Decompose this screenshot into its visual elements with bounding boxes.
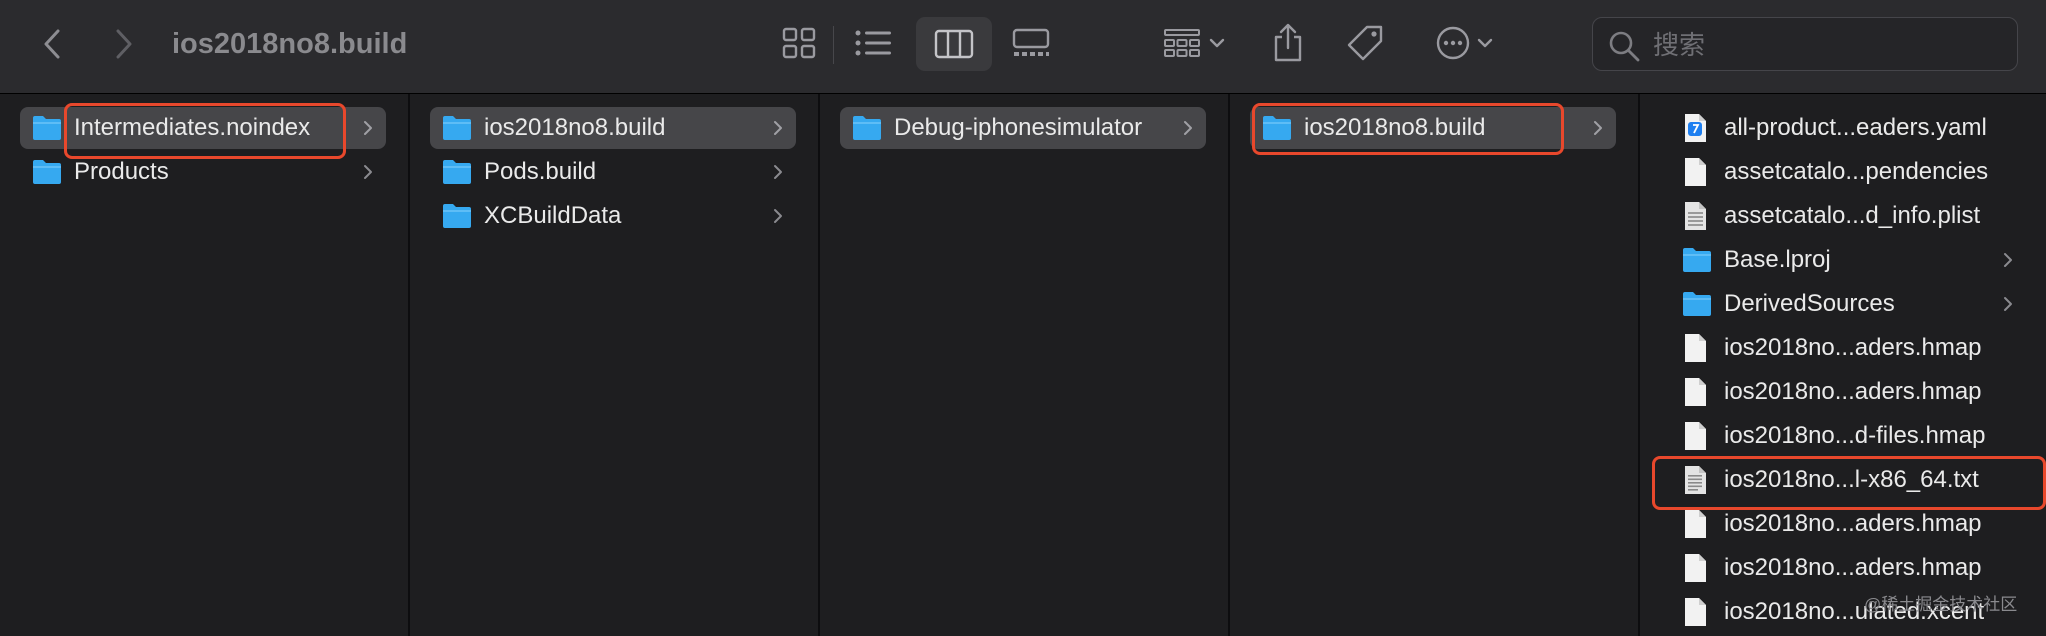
list-item[interactable]: ios2018no...aders.hmap (1670, 547, 2026, 589)
document-icon (1685, 422, 1706, 450)
columns-icon (934, 29, 974, 59)
yaml-file-icon (1685, 114, 1706, 142)
grid-icon (782, 27, 816, 59)
list-item[interactable]: ios2018no8.build (430, 107, 796, 149)
item-label: ios2018no...d-files.hmap (1724, 422, 1986, 449)
chevron-right-icon (774, 165, 782, 179)
item-label: ios2018no...l-x86_64.txt (1724, 466, 1979, 493)
folder-icon (443, 116, 471, 140)
item-label: ios2018no8.build (484, 114, 666, 141)
back-button[interactable] (32, 22, 72, 66)
window-title: ios2018no8.build (172, 28, 408, 60)
list-item[interactable]: ios2018no...aders.hmap (1670, 327, 2026, 369)
search-input[interactable] (1651, 26, 1995, 64)
item-label: ios2018no...aders.hmap (1724, 554, 1982, 581)
folder-icon (1683, 292, 1711, 316)
document-icon (1685, 158, 1706, 186)
gallery-icon (1012, 28, 1050, 56)
group-icon (1164, 29, 1200, 57)
more-actions-button[interactable] (1428, 20, 1500, 66)
chevron-down-icon (1209, 38, 1225, 48)
folder-icon (853, 116, 881, 140)
list-item[interactable]: assetcatalo...d_info.plist (1670, 195, 2026, 237)
search-field[interactable] (1592, 17, 2018, 71)
ellipsis-circle-icon (1436, 26, 1470, 60)
list-item[interactable]: all-product...eaders.yaml (1670, 107, 2026, 149)
folder-icon (443, 204, 471, 228)
list-item[interactable]: ios2018no...l-x86_64.txt (1670, 459, 2026, 501)
chevron-right-icon (1184, 121, 1192, 135)
list-item[interactable]: XCBuildData (430, 195, 796, 237)
share-icon (1274, 23, 1302, 62)
column-4: ios2018no8.build (1230, 94, 1640, 636)
chevron-right-icon (1594, 121, 1602, 135)
group-button[interactable] (1156, 20, 1232, 66)
chevron-right-icon (364, 165, 372, 179)
gallery-view-button[interactable] (1004, 20, 1058, 66)
item-label: Products (74, 158, 169, 185)
list-item[interactable]: Products (20, 151, 386, 193)
plist-file-icon (1685, 202, 1706, 230)
folder-icon (33, 160, 61, 184)
column-view-button[interactable] (916, 17, 992, 71)
list-item[interactable]: ios2018no...aders.hmap (1670, 503, 2026, 545)
item-label: Intermediates.noindex (74, 114, 311, 141)
document-icon (1685, 378, 1706, 406)
document-icon (1685, 598, 1706, 626)
share-button[interactable] (1266, 18, 1310, 68)
icon-view-button[interactable] (774, 20, 824, 66)
list-item[interactable]: Debug-iphonesimulator (840, 107, 1206, 149)
item-label: Pods.build (484, 158, 597, 185)
document-icon (1685, 554, 1706, 582)
column-3: Debug-iphonesimulator (820, 94, 1230, 636)
toolbar: ios2018no8.build (0, 0, 2046, 94)
forward-button[interactable] (104, 22, 144, 66)
folder-icon (33, 116, 61, 140)
item-label: DerivedSources (1724, 290, 1895, 317)
chevron-right-icon (2004, 253, 2012, 267)
list-item[interactable]: Pods.build (430, 151, 796, 193)
list-icon (855, 30, 891, 56)
finder-window: ios2018no8.build 搜索 Intermediates.noinde… (0, 0, 2046, 636)
chevron-right-icon (116, 29, 132, 59)
chevron-right-icon (2004, 297, 2012, 311)
folder-icon (1263, 116, 1291, 140)
tag-icon (1347, 25, 1383, 61)
column-1: Intermediates.noindex Products (0, 94, 410, 636)
column-5: all-product...eaders.yaml assetcatalo...… (1640, 94, 2046, 636)
search-icon (1609, 31, 1640, 62)
item-label: assetcatalo...pendencies (1724, 158, 1989, 185)
list-item[interactable]: ios2018no...d-files.hmap (1670, 415, 2026, 457)
chevron-right-icon (774, 121, 782, 135)
item-label: ios2018no...aders.hmap (1724, 334, 1982, 361)
folder-icon (443, 160, 471, 184)
list-view-button[interactable] (848, 20, 898, 66)
list-item[interactable]: DerivedSources (1670, 283, 2026, 325)
toolbar-separator (833, 26, 834, 64)
item-label: XCBuildData (484, 202, 622, 229)
chevron-left-icon (44, 29, 60, 59)
chevron-right-icon (774, 209, 782, 223)
item-label: assetcatalo...d_info.plist (1724, 202, 1981, 229)
list-item[interactable]: Intermediates.noindex (20, 107, 386, 149)
chevron-down-icon (1477, 38, 1493, 48)
document-icon (1685, 334, 1706, 362)
tags-button[interactable] (1342, 20, 1388, 66)
list-item[interactable]: assetcatalo...pendencies (1670, 151, 2026, 193)
text-file-icon (1685, 466, 1706, 494)
document-icon (1685, 510, 1706, 538)
list-item[interactable]: ios2018no...aders.hmap (1670, 371, 2026, 413)
item-label: Debug-iphonesimulator (894, 114, 1143, 141)
item-label: ios2018no...aders.hmap (1724, 510, 1982, 537)
item-label: ios2018no...aders.hmap (1724, 378, 1982, 405)
folder-icon (1683, 248, 1711, 272)
column-2: ios2018no8.build Pods.build XCBuildData (410, 94, 820, 636)
item-label: ios2018no8.build (1304, 114, 1486, 141)
list-item[interactable]: ios2018no8.build (1250, 107, 1616, 149)
item-label: Base.lproj (1724, 246, 1831, 273)
list-item[interactable]: Base.lproj (1670, 239, 2026, 281)
item-label: all-product...eaders.yaml (1724, 114, 1987, 141)
chevron-right-icon (364, 121, 372, 135)
watermark: @稀土掘金技术社区 (1864, 595, 2018, 614)
